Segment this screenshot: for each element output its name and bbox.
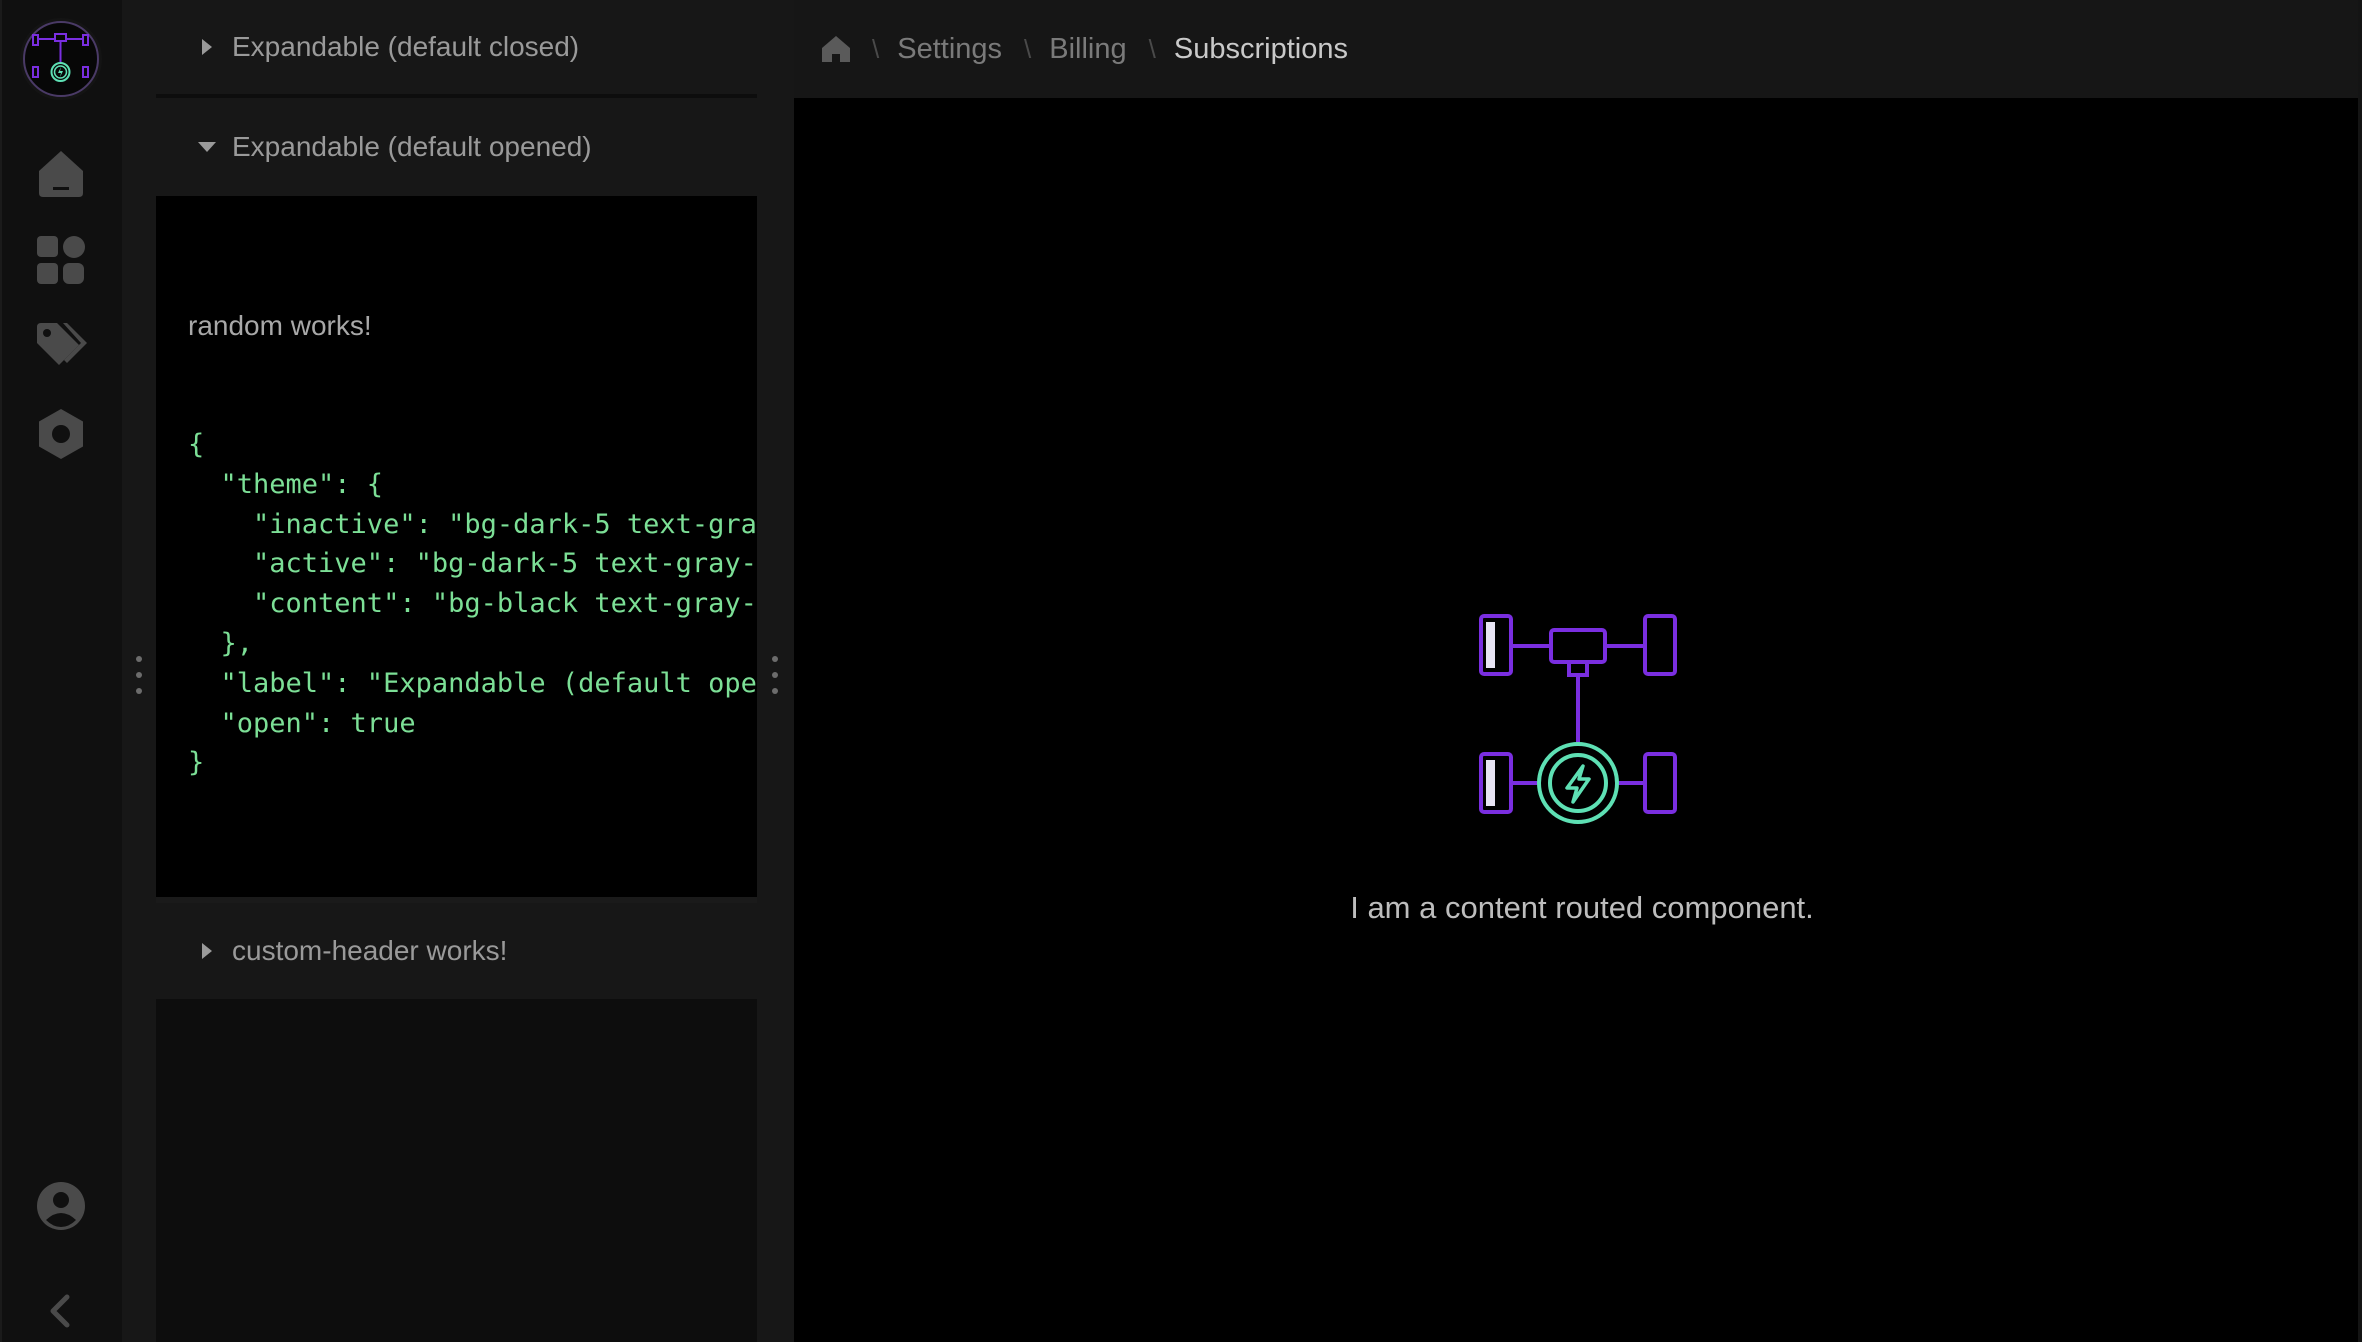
collapse-chevron-left-icon [50,1294,70,1328]
drivetrain-lightning-icon [1479,614,1677,824]
expandable-closed-header[interactable]: Expandable (default closed) [156,0,757,98]
nav-home[interactable] [33,145,89,201]
drivetrain-illustration [1479,610,1679,830]
window-edge [2358,0,2362,1342]
breadcrumb-item-settings[interactable]: Settings [897,33,1002,66]
splitter-grip-icon [135,654,143,696]
nav-settings[interactable] [33,406,89,462]
app-logo[interactable] [23,21,99,97]
caret-down-icon [196,136,218,158]
expandables-panel: Expandable (default closed) Expandable (… [156,0,757,1342]
breadcrumb-item-current: Subscriptions [1173,32,1348,65]
caret-right-icon [196,940,218,962]
breadcrumb-separator: \ [1148,33,1156,64]
breadcrumb-separator: \ [1024,33,1032,64]
content-area: \ Settings \ Billing \ Subscriptions I a… [794,0,2358,1342]
breadcrumb-home[interactable] [818,31,854,67]
config-json-code: { "theme": { "inactive": "bg-dark-5 text… [188,428,757,779]
nav-tags[interactable] [33,319,89,375]
breadcrumb-item-billing[interactable]: Billing [1049,33,1126,66]
nav-dashboard[interactable] [33,232,89,288]
content-caption: I am a content routed component. [1350,890,1814,925]
caret-right-icon [196,36,218,58]
user-avatar-icon [37,1182,85,1230]
splitter-left[interactable] [122,0,156,1342]
expandable-opened-header[interactable]: Expandable (default opened) [156,98,757,196]
user-avatar[interactable] [33,1178,89,1234]
expandable-opened-label: Expandable (default opened) [232,131,592,162]
splitter-right[interactable] [757,0,794,1342]
home-icon [822,36,850,62]
home-icon [39,151,83,197]
collapse-sidebar-button[interactable] [33,1283,89,1339]
breadcrumb: \ Settings \ Billing \ Subscriptions [794,0,2358,98]
random-text: random works! [188,309,372,341]
expandable-opened-content: random works! { "theme": { "inactive": "… [156,196,757,903]
breadcrumb-separator: \ [872,33,880,64]
dashboard-icon [37,236,85,284]
custom-header-label: custom-header works! [232,934,508,966]
logo-drivetrain-icon [32,33,89,82]
settings-hexagon-icon [39,409,83,459]
tags-icon [37,323,87,365]
expandable-closed-label: Expandable (default closed) [232,31,580,62]
splitter-grip-icon [771,654,779,696]
custom-header[interactable]: custom-header works! [156,902,757,1003]
icon-rail [0,0,122,1342]
